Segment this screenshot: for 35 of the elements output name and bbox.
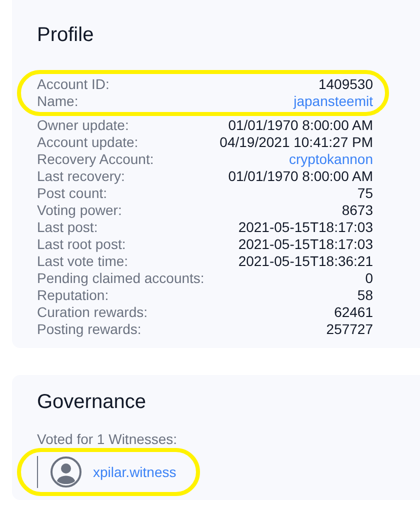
field-label: Posting rewards:	[37, 321, 142, 338]
field-label: Last vote time:	[37, 253, 128, 270]
field-label: Account ID:	[37, 76, 110, 93]
field-value: 58	[357, 287, 373, 304]
field-value: 8673	[342, 202, 373, 219]
field-label: Reputation:	[37, 287, 109, 304]
field-label: Curation rewards:	[37, 304, 148, 321]
field-value: 257727	[326, 321, 373, 338]
field-value: 0	[365, 270, 373, 287]
section-title: Profile	[37, 23, 95, 48]
field-label: Account update:	[37, 134, 138, 151]
account-link[interactable]: cryptokannon	[288, 151, 373, 168]
field-label: Last root post:	[37, 236, 126, 253]
field-label: Post count:	[37, 185, 108, 202]
field-label: Owner update:	[37, 117, 129, 134]
field-value: 01/01/1970 8:00:00 AM	[228, 117, 373, 134]
field-label: Last post:	[37, 219, 98, 236]
field-label: Name:	[37, 93, 78, 110]
field-value: 75	[357, 185, 373, 202]
section-title: Governance	[37, 390, 147, 415]
field-value: 2021-05-15T18:17:03	[238, 219, 373, 236]
field-value: 62461	[334, 304, 373, 321]
field-label: Voting power:	[37, 202, 122, 219]
field-value: 2021-05-15T18:36:21	[238, 253, 373, 270]
field-value: 04/19/2021 10:41:27 PM	[220, 134, 373, 151]
field-label: Recovery Account:	[37, 151, 154, 168]
field-label: Last recovery:	[37, 168, 125, 185]
voted-label: Voted for 1 Witnesses:	[37, 431, 178, 448]
field-label: Pending claimed accounts:	[37, 270, 204, 287]
field-value: 2021-05-15T18:17:03	[238, 236, 373, 253]
field-value: 1409530	[318, 76, 373, 93]
avatar-icon	[50, 456, 82, 488]
witness-link[interactable]: xpilar.witness	[93, 462, 176, 482]
field-value: 01/01/1970 8:00:00 AM	[228, 168, 373, 185]
account-link[interactable]: japansteemit	[294, 93, 373, 110]
